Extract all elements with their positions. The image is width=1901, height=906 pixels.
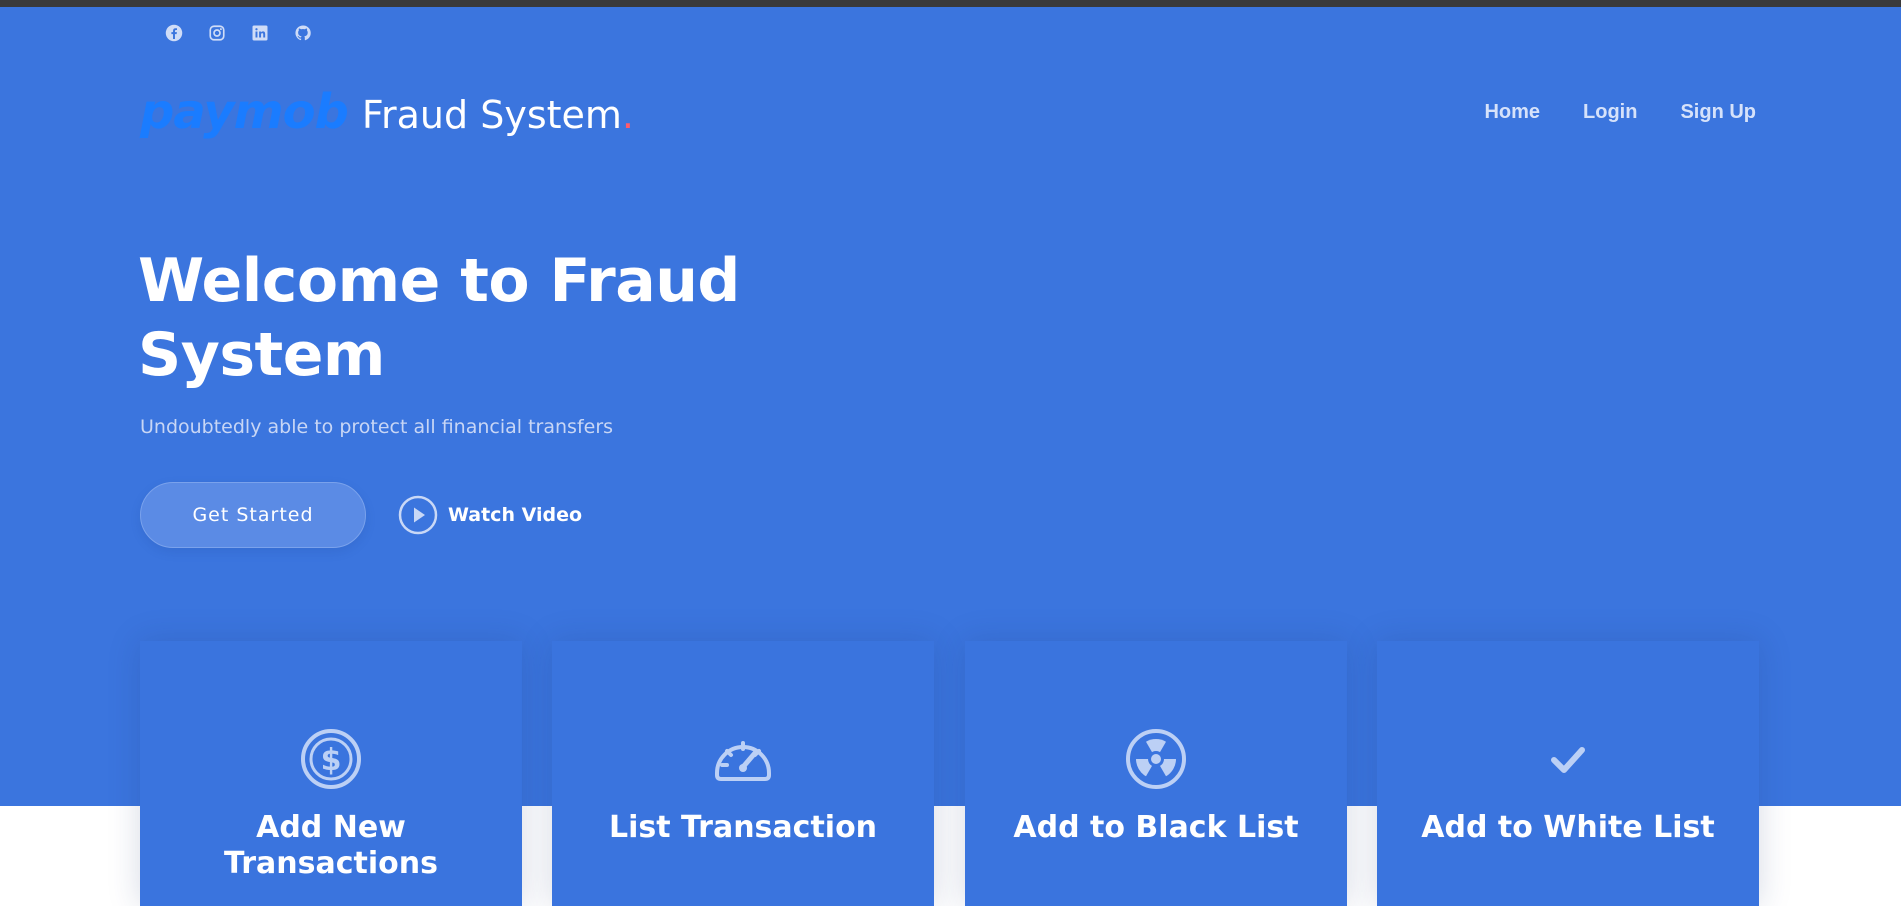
card-title: Add to White List bbox=[1421, 810, 1715, 845]
card-add-to-black-list[interactable]: Add to Black List bbox=[965, 641, 1347, 906]
check-icon bbox=[1536, 727, 1600, 791]
watch-video-button[interactable]: Watch Video bbox=[398, 495, 582, 535]
nav-signup[interactable]: Sign Up bbox=[1680, 101, 1756, 124]
social-links bbox=[163, 22, 314, 44]
instagram-icon[interactable] bbox=[206, 22, 228, 44]
main-nav: Home Login Sign Up bbox=[1484, 101, 1756, 124]
paymob-logo: paymob bbox=[140, 84, 349, 140]
facebook-icon[interactable] bbox=[163, 22, 185, 44]
brand-dot: . bbox=[621, 93, 635, 137]
card-list-transaction[interactable]: List Transaction bbox=[552, 641, 934, 906]
card-title: Add New Transactions bbox=[224, 810, 438, 881]
github-icon[interactable] bbox=[292, 22, 314, 44]
hero-subtitle: Undoubtedly able to protect all financia… bbox=[140, 416, 614, 438]
speedometer-icon bbox=[711, 727, 775, 791]
get-started-button[interactable]: Get Started bbox=[140, 482, 366, 548]
play-icon bbox=[398, 495, 438, 535]
card-add-to-white-list[interactable]: Add to White List bbox=[1377, 641, 1759, 906]
browser-top-bar bbox=[0, 0, 1901, 7]
card-title: Add to Black List bbox=[1013, 810, 1299, 845]
card-add-new-transactions[interactable]: $ Add New Transactions bbox=[140, 641, 522, 906]
dollar-coin-icon: $ bbox=[299, 727, 363, 791]
hero-headline: Welcome to Fraud System bbox=[138, 246, 740, 390]
linkedin-icon[interactable] bbox=[249, 22, 271, 44]
nav-login[interactable]: Login bbox=[1583, 101, 1637, 124]
brand-logo[interactable]: paymob Fraud System . bbox=[140, 88, 634, 137]
nav-home[interactable]: Home bbox=[1484, 101, 1540, 124]
brand-title: Fraud System bbox=[361, 93, 622, 137]
radiation-icon bbox=[1124, 727, 1188, 791]
watch-video-label: Watch Video bbox=[448, 504, 583, 526]
card-title: List Transaction bbox=[608, 810, 878, 845]
svg-text:$: $ bbox=[321, 743, 342, 778]
